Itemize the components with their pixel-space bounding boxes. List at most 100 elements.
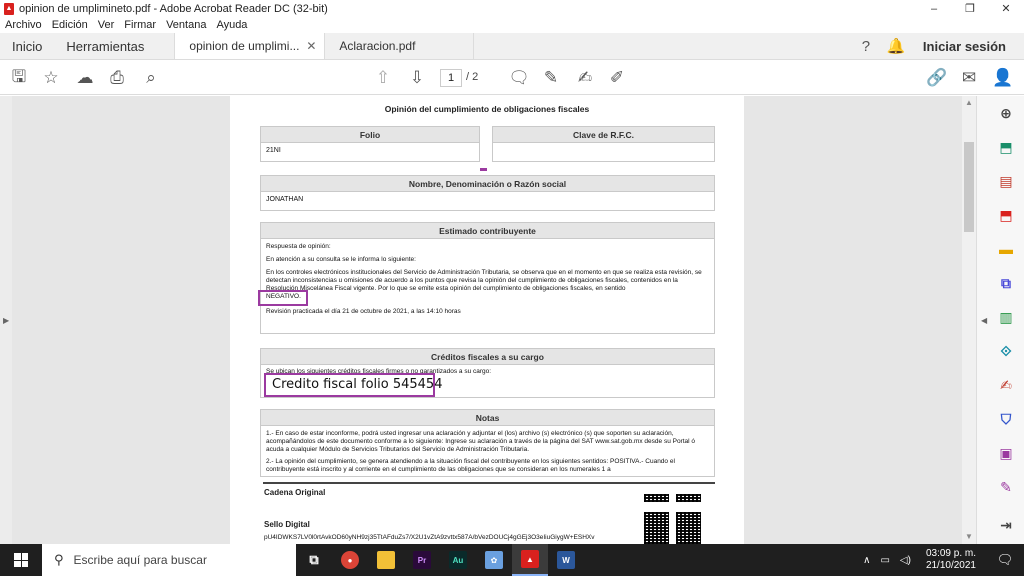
premiere-icon[interactable]: Pr xyxy=(404,544,440,576)
highlight-pen-icon[interactable]: ✎ xyxy=(540,67,562,89)
notas-header: Notas xyxy=(261,410,714,426)
notifications-bell-icon[interactable]: 🔔 xyxy=(881,37,911,55)
network-icon[interactable]: ▭ xyxy=(880,555,889,566)
more-tools-pen-icon[interactable]: ✎ xyxy=(995,476,1017,498)
qr-code-icon xyxy=(644,494,669,502)
left-pane-toggle[interactable]: ▶ xyxy=(0,96,12,544)
share-link-icon[interactable]: 🔗 xyxy=(926,67,948,89)
tray-arrow-icon[interactable]: ∧ xyxy=(863,555,870,566)
search-zoom-icon[interactable]: ⌕ xyxy=(140,67,162,89)
taskbar-apps: ⧉ ● Pr Au ✿ ▲ W xyxy=(296,544,584,576)
sello-digital-label: Sello Digital xyxy=(264,520,310,529)
qr-code-icon xyxy=(644,512,669,544)
pane-collapse-arrow-icon[interactable]: ⇥ xyxy=(995,514,1017,536)
notification-center-icon[interactable]: 🗨 xyxy=(991,552,1019,568)
previous-page-icon[interactable]: ⇧ xyxy=(372,67,394,89)
zoom-tool-icon[interactable]: ⊕ xyxy=(995,102,1017,124)
bookmark-star-icon[interactable]: ☆ xyxy=(40,67,62,89)
paint-icon[interactable]: ✿ xyxy=(476,544,512,576)
creditos-header: Créditos fiscales a su cargo xyxy=(261,349,714,365)
folio-value: 21NI xyxy=(266,147,281,154)
user-share-icon[interactable]: 👤 xyxy=(992,67,1014,89)
minimize-button[interactable]: – xyxy=(916,0,952,17)
signin-button[interactable]: Iniciar sesión xyxy=(911,39,1024,54)
scroll-up-icon[interactable]: ▲ xyxy=(965,98,973,107)
close-window-button[interactable]: ✕ xyxy=(988,0,1024,17)
close-tab-icon[interactable]: ✕ xyxy=(306,39,316,53)
clock[interactable]: 03:09 p. m. 21/10/2021 xyxy=(926,548,976,572)
main-toolbar: 🖫 ☆ ☁ ⎙ ⌕ ⇧ ⇩ 1 / 2 🗨 ✎ ✍ ✐ 🔗 ✉ 👤 xyxy=(0,60,1024,95)
fill-sign-tool-icon[interactable]: ✍ xyxy=(995,374,1017,396)
clock-time: 03:09 p. m. xyxy=(925,548,976,559)
tab-bar-right: ? 🔔 Iniciar sesión xyxy=(851,33,1024,59)
help-icon[interactable]: ? xyxy=(851,38,881,55)
menu-ventana[interactable]: Ventana xyxy=(166,19,206,31)
estimado-p4: Revisión practicada el día 21 de octubre… xyxy=(266,308,461,315)
menu-archivo[interactable]: Archivo xyxy=(5,19,42,31)
acrobat-taskbar-icon[interactable]: ▲ xyxy=(512,544,548,576)
qr-code-icon xyxy=(676,494,701,502)
collapse-pane-icon[interactable]: ◀ xyxy=(981,316,987,325)
system-tray: ∧ ▭ ◁) 03:09 p. m. 21/10/2021 🗨 xyxy=(858,544,1024,576)
upload-cloud-icon[interactable]: ☁ xyxy=(74,67,96,89)
combine-files-icon[interactable]: ⧉ xyxy=(995,272,1017,294)
create-pdf-icon[interactable]: ⬒ xyxy=(995,204,1017,226)
search-icon: ⚲ xyxy=(54,552,64,567)
credito-item: Credito fiscal folio 545454 xyxy=(272,377,443,392)
file-explorer-icon[interactable] xyxy=(368,544,404,576)
volume-icon[interactable]: ◁) xyxy=(900,555,911,566)
audition-icon[interactable]: Au xyxy=(440,544,476,576)
tab-document-aclaracion[interactable]: Aclaracion.pdf xyxy=(324,33,475,59)
cadena-divider xyxy=(263,482,715,484)
estimado-p3: En los controles electrónicos institucio… xyxy=(266,269,702,292)
send-for-review-icon[interactable]: ▣ xyxy=(995,442,1017,464)
purple-mark xyxy=(480,168,487,171)
tab-inicio[interactable]: Inicio xyxy=(0,33,54,59)
tab-document-opinion[interactable]: opinion de umplimi... ✕ xyxy=(174,33,325,59)
windows-taskbar: ⚲ Escribe aquí para buscar ⧉ ● Pr Au ✿ ▲… xyxy=(0,544,1024,576)
page-number-input[interactable]: 1 xyxy=(440,69,462,87)
organize-pages-icon[interactable]: ▤ xyxy=(995,170,1017,192)
estimado-p1: Respuesta de opinión: xyxy=(266,243,331,250)
tab-herramientas[interactable]: Herramientas xyxy=(54,33,174,59)
scrollbar-thumb[interactable] xyxy=(964,142,974,232)
protect-shield-icon[interactable]: ⛉ xyxy=(995,408,1017,430)
menu-firmar[interactable]: Firmar xyxy=(124,19,156,31)
edit-pdf-icon[interactable]: ⟐ xyxy=(995,340,1017,362)
document-workspace: ▶ Opinión del cumplimiento de obligacion… xyxy=(0,96,1024,544)
scroll-down-icon[interactable]: ▼ xyxy=(965,532,973,541)
email-icon[interactable]: ✉ xyxy=(958,67,980,89)
notas-box: Notas 1.- En caso de estar inconforme, p… xyxy=(260,409,715,477)
sign-pen-icon[interactable]: ✍ xyxy=(574,67,596,89)
menu-ayuda[interactable]: Ayuda xyxy=(216,19,247,31)
qr-code-icon xyxy=(676,512,701,544)
estimado-negativo: NEGATIVO. xyxy=(266,293,301,300)
menu-ver[interactable]: Ver xyxy=(98,19,115,31)
print-icon[interactable]: ⎙ xyxy=(106,67,128,89)
save-icon[interactable]: 🖫 xyxy=(8,67,30,89)
nombre-box: Nombre, Denominación o Razón social JONA… xyxy=(260,175,715,211)
tools-pane: ◀ ⊕ ⬒ ▤ ⬒ ▬ ⧉ ▥ ⟐ ✍ ⛉ ▣ ✎ ⇥ xyxy=(976,96,1024,544)
fill-sign-icon[interactable]: ✐ xyxy=(606,67,628,89)
comment-icon[interactable]: 🗨 xyxy=(508,67,530,89)
estimado-box: Estimado contribuyente Respuesta de opin… xyxy=(260,222,715,334)
comment-tool-icon[interactable]: ▬ xyxy=(995,238,1017,260)
nota-2: 2.- La opinión del cumplimiento, se gene… xyxy=(266,458,675,473)
chrome-icon[interactable]: ● xyxy=(332,544,368,576)
window-title: opinion de umplimineto.pdf - Adobe Acrob… xyxy=(19,2,328,15)
export-pdf-icon[interactable]: ⬒ xyxy=(995,136,1017,158)
sello-digital-value: pU4IDWKS7LV0l0rtAvkOD60yNH9zj35TtAFduZs7… xyxy=(264,534,595,541)
word-icon[interactable]: W xyxy=(548,544,584,576)
window-controls: – ❐ ✕ xyxy=(916,0,1024,17)
restore-button[interactable]: ❐ xyxy=(952,0,988,17)
start-button[interactable] xyxy=(0,544,42,576)
vertical-scrollbar[interactable]: ▲ ▼ xyxy=(962,96,976,544)
menu-edicion[interactable]: Edición xyxy=(52,19,88,31)
next-page-icon[interactable]: ⇩ xyxy=(406,67,428,89)
negativo-highlight xyxy=(258,290,308,306)
rfc-header: Clave de R.F.C. xyxy=(493,127,714,143)
task-view-icon[interactable]: ⧉ xyxy=(296,544,332,576)
compress-pdf-icon[interactable]: ▥ xyxy=(995,306,1017,328)
taskbar-search[interactable]: ⚲ Escribe aquí para buscar xyxy=(42,544,296,576)
search-placeholder: Escribe aquí para buscar xyxy=(73,553,207,567)
